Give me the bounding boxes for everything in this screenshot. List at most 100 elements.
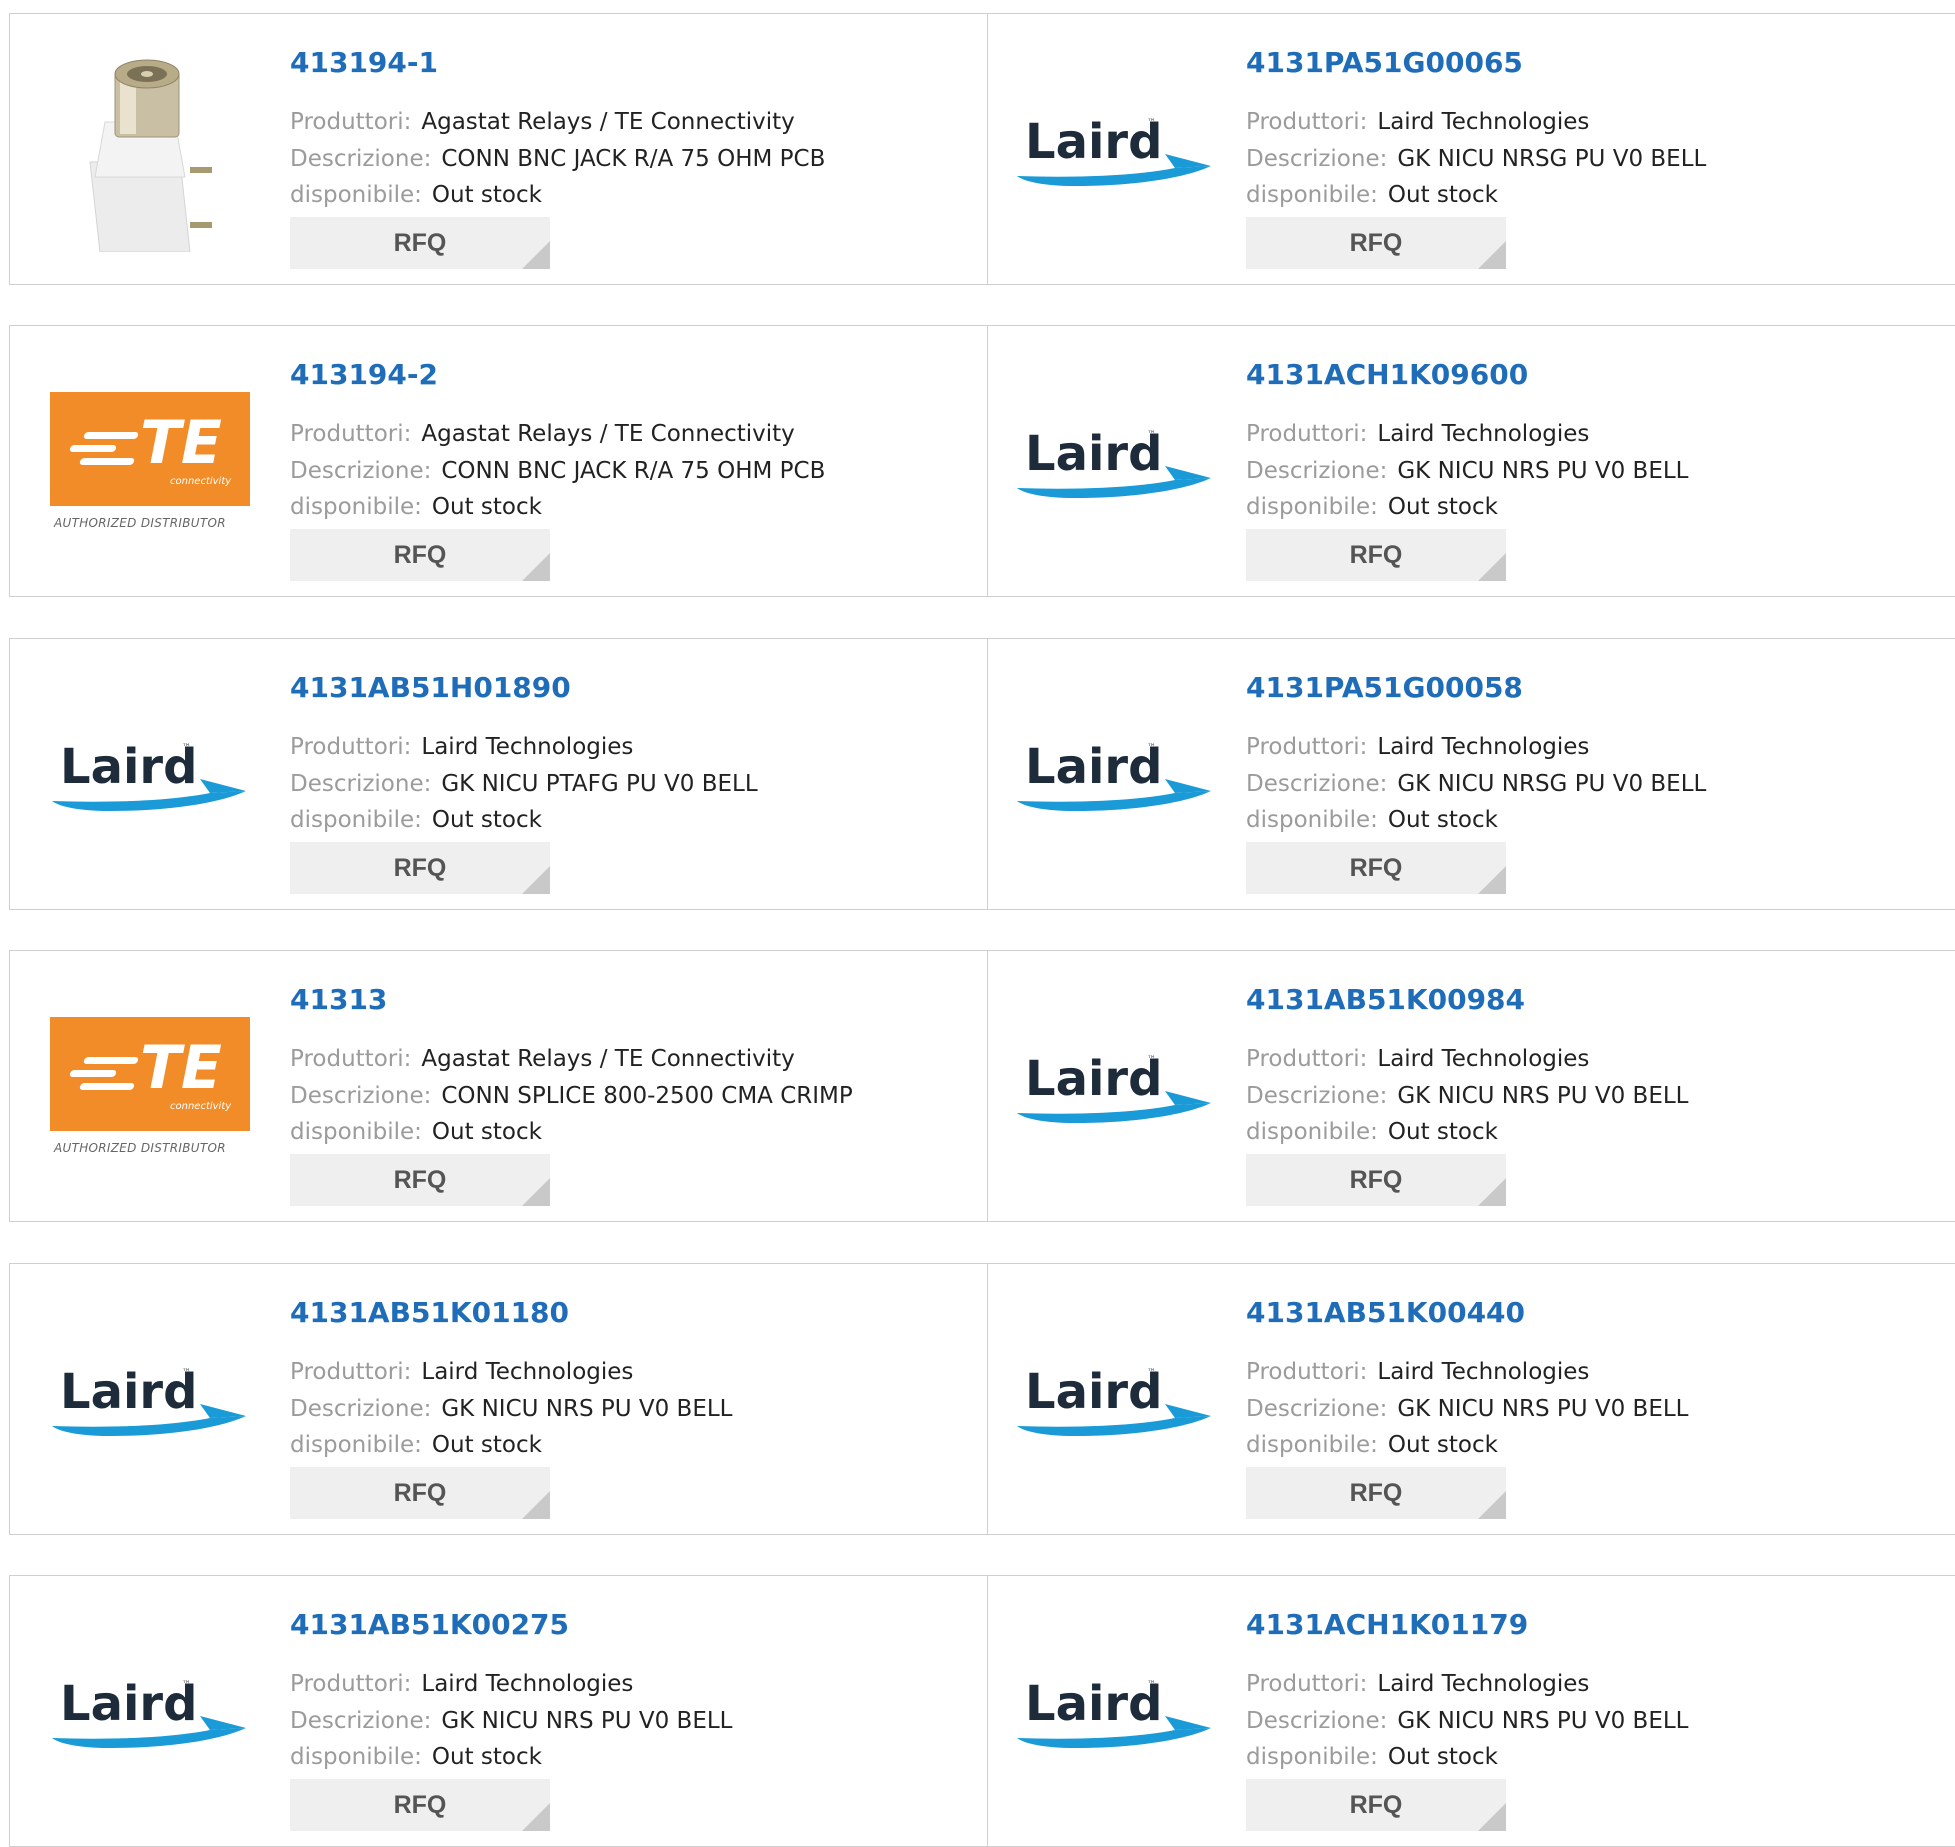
product-image[interactable]: Laird ™ bbox=[1015, 989, 1225, 1189]
description-value: GK NICU NRS PU V0 BELL bbox=[1397, 1083, 1689, 1109]
description-value: CONN SPLICE 800-2500 CMA CRIMP bbox=[441, 1083, 853, 1109]
description-value: GK NICU NRS PU V0 BELL bbox=[1397, 1396, 1689, 1422]
availability-label: disponibile: bbox=[1246, 494, 1378, 520]
description-value: GK NICU NRS PU V0 BELL bbox=[441, 1396, 733, 1422]
part-number-link[interactable]: 4131AB51K00440 bbox=[1246, 1296, 1525, 1329]
availability-line: disponibile: Out stock bbox=[1246, 807, 1498, 833]
rfq-button[interactable]: RFQ bbox=[1246, 217, 1506, 269]
availability-value: Out stock bbox=[1387, 1432, 1498, 1458]
part-number-link[interactable]: 4131AB51H01890 bbox=[290, 671, 571, 704]
product-card: Laird ™ 4131ACH1K01179 Produttori: Laird T… bbox=[988, 1576, 1955, 1846]
rfq-button[interactable]: RFQ bbox=[290, 217, 550, 269]
manufacturer-label: Produttori: bbox=[1246, 1671, 1368, 1697]
part-number-link[interactable]: 413194-1 bbox=[290, 46, 438, 79]
description-line: Descrizione: GK NICU PTAFG PU V0 BELL bbox=[290, 771, 758, 797]
description-label: Descrizione: bbox=[290, 458, 432, 484]
description-value: CONN BNC JACK R/A 75 OHM PCB bbox=[441, 458, 826, 484]
product-image[interactable]: Laird ™ bbox=[1015, 1614, 1225, 1814]
product-image[interactable]: TE connectivity AUTHORIZED DISTRIBUTOR bbox=[50, 989, 260, 1189]
rfq-button[interactable]: RFQ bbox=[290, 1779, 550, 1831]
product-image[interactable]: Laird ™ bbox=[1015, 364, 1225, 564]
laird-swoosh-icon bbox=[1017, 154, 1211, 186]
availability-line: disponibile: Out stock bbox=[290, 1119, 542, 1145]
laird-logo-tm: ™ bbox=[182, 1680, 191, 1690]
manufacturer-value: Laird Technologies bbox=[421, 734, 634, 760]
laird-logo: Laird ™ bbox=[50, 1674, 250, 1748]
laird-logo: Laird ™ bbox=[1015, 424, 1215, 498]
availability-value: Out stock bbox=[431, 1119, 542, 1145]
product-image[interactable]: Laird ™ bbox=[1015, 52, 1225, 252]
part-number-link[interactable]: 4131ACH1K09600 bbox=[1246, 358, 1528, 391]
product-image[interactable]: Laird ™ bbox=[50, 677, 260, 877]
description-line: Descrizione: GK NICU NRS PU V0 BELL bbox=[1246, 1083, 1689, 1109]
availability-line: disponibile: Out stock bbox=[290, 807, 542, 833]
laird-logo-tm: ™ bbox=[1147, 743, 1156, 753]
description-line: Descrizione: GK NICU NRS PU V0 BELL bbox=[1246, 1708, 1689, 1734]
part-number-link[interactable]: 4131AB51K00984 bbox=[1246, 983, 1525, 1016]
rfq-button[interactable]: RFQ bbox=[1246, 1779, 1506, 1831]
rfq-button-label: RFQ bbox=[393, 1791, 447, 1819]
te-logo-box: TE connectivity bbox=[50, 392, 250, 506]
description-value: GK NICU NRSG PU V0 BELL bbox=[1397, 771, 1707, 797]
laird-logo: Laird ™ bbox=[1015, 1362, 1215, 1436]
rfq-button[interactable]: RFQ bbox=[290, 1467, 550, 1519]
part-number-link[interactable]: 4131PA51G00065 bbox=[1246, 46, 1523, 79]
part-number-link[interactable]: 413194-2 bbox=[290, 358, 438, 391]
description-value: GK NICU PTAFG PU V0 BELL bbox=[441, 771, 758, 797]
product-image[interactable] bbox=[50, 52, 260, 252]
product-card: Laird ™ 4131AB51H01890 Produttori: Laird T… bbox=[10, 639, 988, 909]
availability-label: disponibile: bbox=[1246, 182, 1378, 208]
description-line: Descrizione: CONN SPLICE 800-2500 CMA CRI… bbox=[290, 1083, 853, 1109]
te-bars-icon bbox=[69, 426, 140, 470]
manufacturer-line: Produttori: Laird Technologies bbox=[290, 734, 633, 760]
availability-value: Out stock bbox=[431, 1744, 542, 1770]
product-image[interactable]: Laird ™ bbox=[50, 1614, 260, 1814]
rfq-button[interactable]: RFQ bbox=[1246, 529, 1506, 581]
description-line: Descrizione: GK NICU NRSG PU V0 BELL bbox=[1246, 771, 1706, 797]
manufacturer-label: Produttori: bbox=[1246, 1359, 1368, 1385]
description-line: Descrizione: CONN BNC JACK R/A 75 OHM PCB bbox=[290, 146, 825, 172]
rfq-corner-icon bbox=[522, 553, 550, 581]
description-value: CONN BNC JACK R/A 75 OHM PCB bbox=[441, 146, 826, 172]
part-number-link[interactable]: 41313 bbox=[290, 983, 387, 1016]
rfq-button-label: RFQ bbox=[1349, 229, 1403, 257]
manufacturer-label: Produttori: bbox=[1246, 734, 1368, 760]
product-grid: 413194-1 Produttori: Agastat Relays / TE C… bbox=[0, 0, 1955, 1847]
manufacturer-line: Produttori: Laird Technologies bbox=[1246, 1359, 1589, 1385]
product-card: Laird ™ 4131AB51K00440 Produttori: Laird T… bbox=[988, 1264, 1955, 1534]
laird-logo: Laird ™ bbox=[1015, 1049, 1215, 1123]
description-line: Descrizione: GK NICU NRSG PU V0 BELL bbox=[1246, 146, 1706, 172]
part-number-link[interactable]: 4131PA51G00058 bbox=[1246, 671, 1523, 704]
te-logo-letters: TE bbox=[140, 408, 222, 478]
description-label: Descrizione: bbox=[1246, 771, 1388, 797]
availability-label: disponibile: bbox=[1246, 1119, 1378, 1145]
part-number-link[interactable]: 4131AB51K01180 bbox=[290, 1296, 569, 1329]
rfq-button[interactable]: RFQ bbox=[290, 529, 550, 581]
part-number-link[interactable]: 4131ACH1K01179 bbox=[1246, 1608, 1528, 1641]
rfq-button[interactable]: RFQ bbox=[290, 1154, 550, 1206]
product-image[interactable]: TE connectivity AUTHORIZED DISTRIBUTOR bbox=[50, 364, 260, 564]
laird-logo-tm: ™ bbox=[1147, 430, 1156, 440]
laird-logo: Laird ™ bbox=[1015, 112, 1215, 186]
availability-value: Out stock bbox=[431, 182, 542, 208]
product-image[interactable]: Laird ™ bbox=[1015, 1302, 1225, 1502]
availability-label: disponibile: bbox=[290, 1119, 422, 1145]
rfq-button[interactable]: RFQ bbox=[1246, 842, 1506, 894]
manufacturer-label: Produttori: bbox=[290, 109, 412, 135]
availability-value: Out stock bbox=[1387, 494, 1498, 520]
laird-swoosh-icon bbox=[1017, 1091, 1211, 1123]
availability-label: disponibile: bbox=[1246, 1432, 1378, 1458]
bnc-connector-image bbox=[50, 52, 250, 252]
rfq-button[interactable]: RFQ bbox=[1246, 1467, 1506, 1519]
manufacturer-line: Produttori: Laird Technologies bbox=[1246, 109, 1589, 135]
availability-line: disponibile: Out stock bbox=[290, 182, 542, 208]
product-image[interactable]: Laird ™ bbox=[50, 1302, 260, 1502]
te-logo-letters: TE bbox=[140, 1033, 222, 1103]
description-label: Descrizione: bbox=[290, 1083, 432, 1109]
rfq-button[interactable]: RFQ bbox=[290, 842, 550, 894]
product-image[interactable]: Laird ™ bbox=[1015, 677, 1225, 877]
te-authorized-distributor: AUTHORIZED DISTRIBUTOR bbox=[54, 1141, 226, 1155]
laird-logo-tm: ™ bbox=[1147, 1055, 1156, 1065]
part-number-link[interactable]: 4131AB51K00275 bbox=[290, 1608, 569, 1641]
rfq-button[interactable]: RFQ bbox=[1246, 1154, 1506, 1206]
